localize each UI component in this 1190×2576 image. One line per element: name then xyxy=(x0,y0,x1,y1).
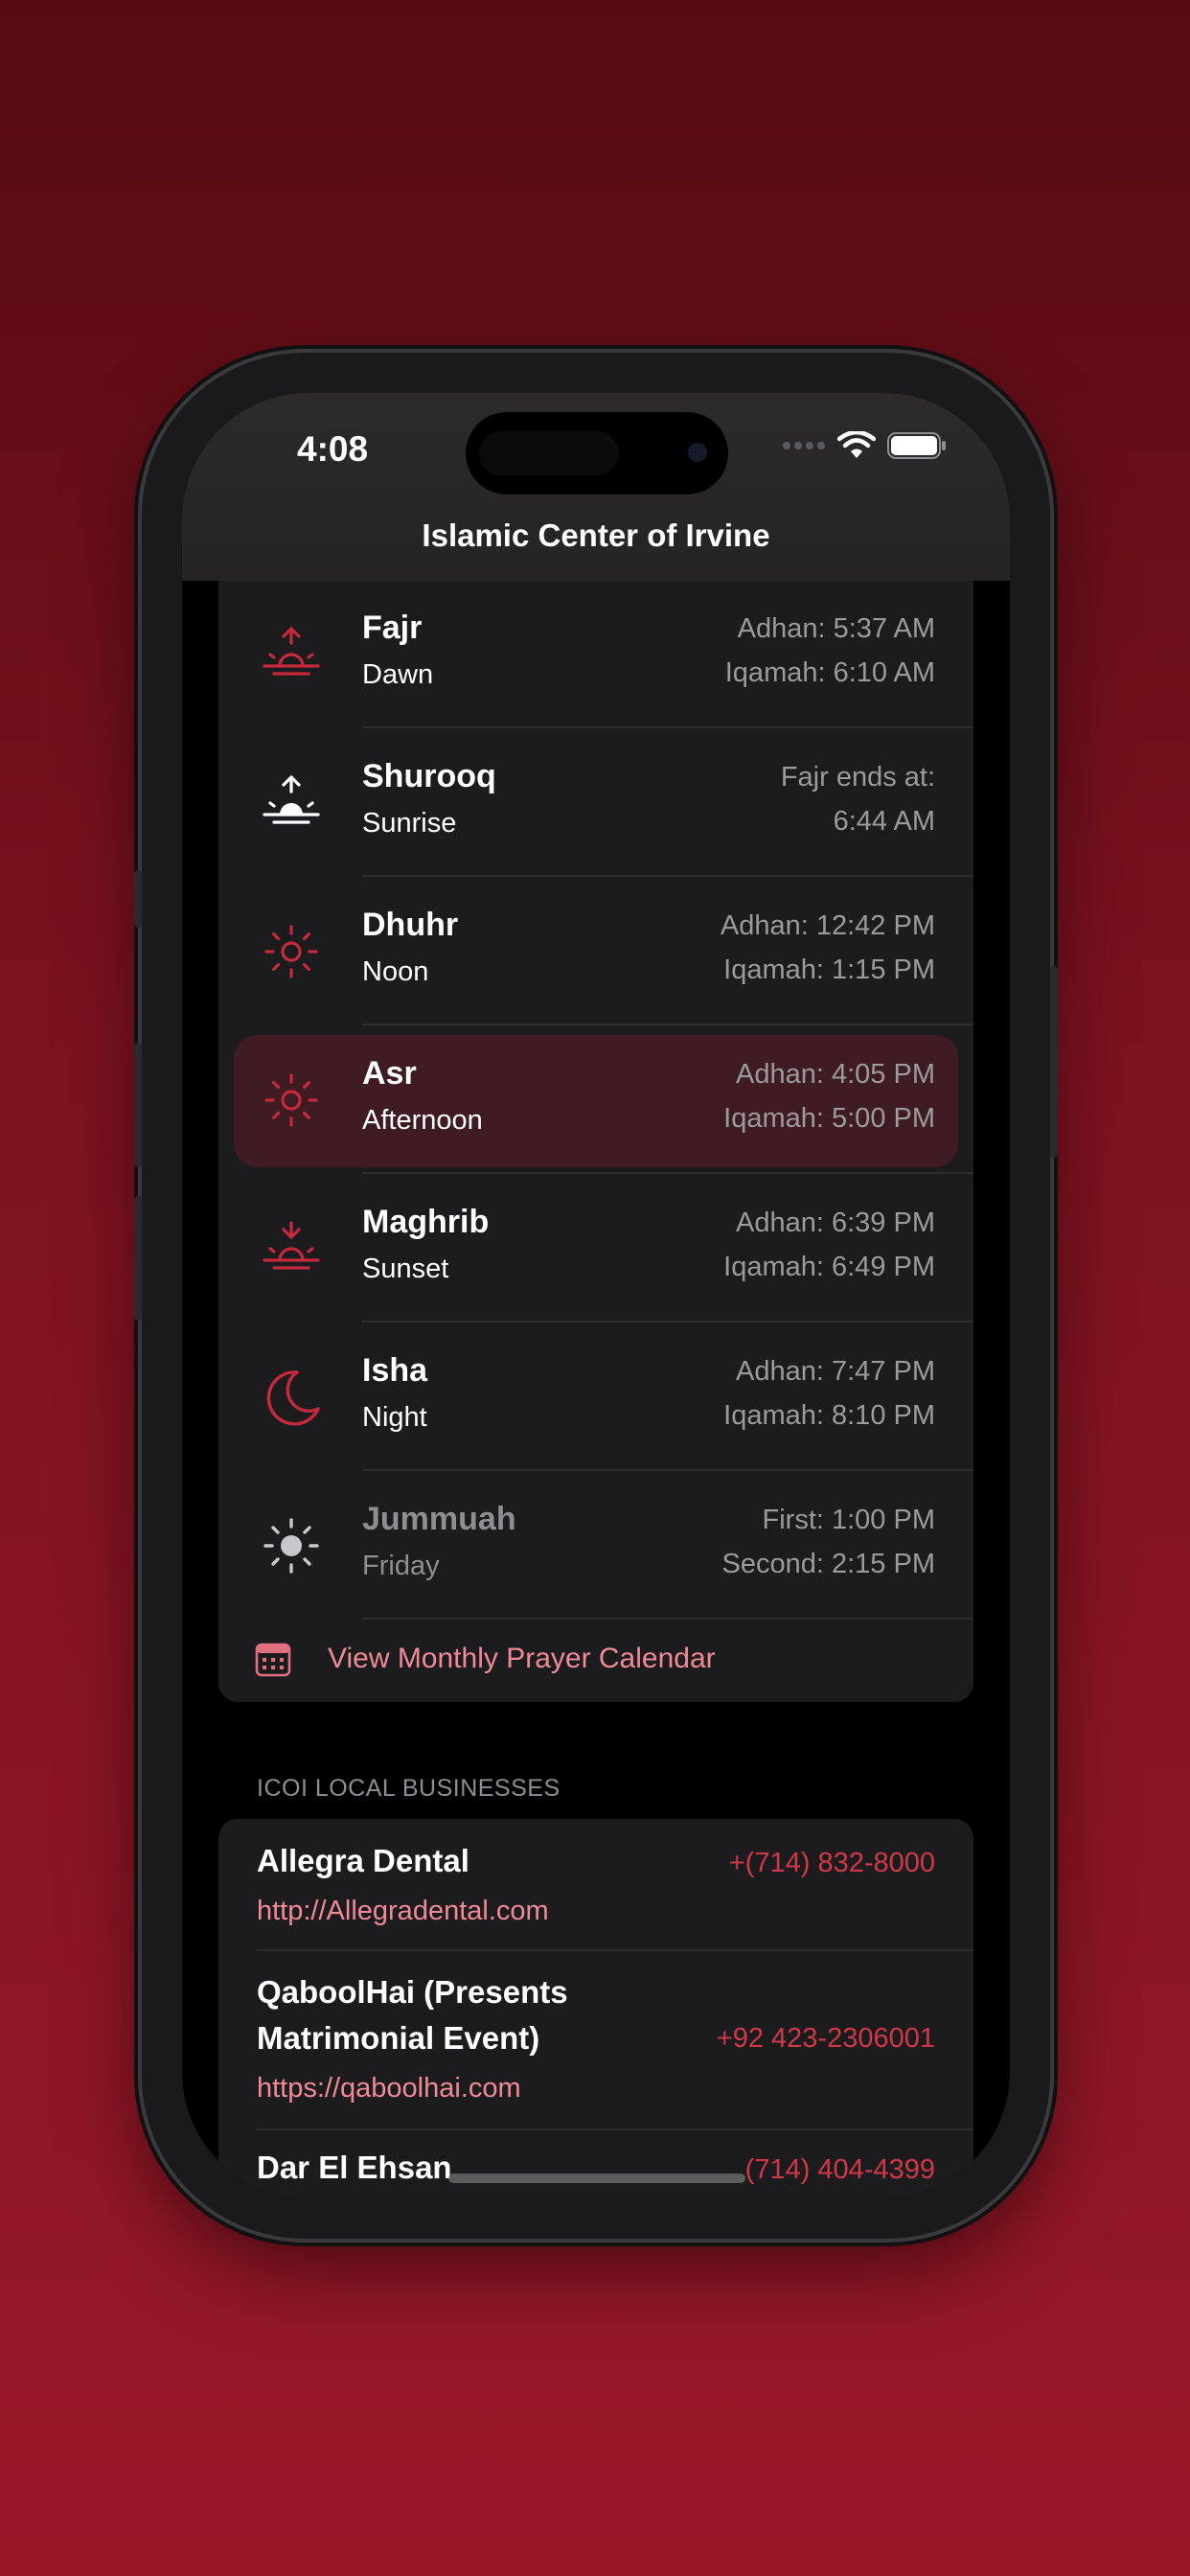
prayer-subtitle: Night xyxy=(362,1402,427,1433)
camera-icon xyxy=(688,443,707,462)
prayer-name: Jummuah xyxy=(362,1501,516,1537)
business-item[interactable]: Allegra Dental http://Allegradental.com … xyxy=(218,1819,973,1951)
prayer-row-shurooq[interactable]: Shurooq Sunrise Fajr ends at: 6:44 AM xyxy=(218,729,973,877)
sun-filled-icon xyxy=(263,1518,319,1574)
prayer-name: Shurooq xyxy=(362,758,496,794)
prayer-time-line1: Adhan: 12:42 PM xyxy=(720,910,935,941)
battery-icon xyxy=(887,432,946,459)
calendar-link-label: View Monthly Prayer Calendar xyxy=(328,1643,716,1674)
prayer-subtitle: Sunrise xyxy=(362,808,457,839)
sunset-down-icon xyxy=(263,1221,320,1270)
prayer-subtitle: Afternoon xyxy=(362,1105,483,1136)
prayer-row-jummuah[interactable]: Jummuah Friday First: 1:00 PM Second: 2:… xyxy=(218,1472,973,1620)
prayer-time-line2: Iqamah: 6:10 AM xyxy=(724,657,935,688)
prayer-time-line2: 6:44 AM xyxy=(833,806,935,837)
row-divider xyxy=(362,1024,973,1025)
moon-icon xyxy=(266,1370,320,1426)
island-pill xyxy=(479,431,619,475)
row-divider xyxy=(257,1949,973,1951)
row-divider xyxy=(362,1172,973,1174)
section-header: ICOI LOCAL BUSINESSES xyxy=(257,1775,561,1802)
prayer-time-line1: Adhan: 5:37 AM xyxy=(737,613,935,644)
monthly-calendar-link[interactable]: View Monthly Prayer Calendar xyxy=(218,1614,973,1702)
prayer-time-line1: Fajr ends at: xyxy=(780,762,935,793)
prayer-subtitle: Noon xyxy=(362,956,429,987)
prayer-name: Maghrib xyxy=(362,1204,490,1240)
business-phone[interactable]: (714) 404-4399 xyxy=(745,2154,935,2186)
prayer-row-fajr[interactable]: Fajr Dawn Adhan: 5:37 AM Iqamah: 6:10 AM xyxy=(218,581,973,728)
business-name: QaboolHai (Presents Matrimonial Event) xyxy=(257,1974,568,2056)
prayer-time-line1: First: 1:00 PM xyxy=(762,1505,936,1535)
cellular-icon xyxy=(783,442,825,449)
prayer-times-card: Fajr Dawn Adhan: 5:37 AM Iqamah: 6:10 AM xyxy=(218,581,973,1702)
phone-frame: 4:08 Islamic Center of Irvine Fajr Dawn … xyxy=(134,353,1058,2239)
power-button xyxy=(1050,966,1058,1158)
prayer-name: Fajr xyxy=(362,610,423,646)
sun-icon xyxy=(264,925,318,978)
navigation-bar: 4:08 Islamic Center of Irvine xyxy=(182,393,1010,581)
businesses-card: Allegra Dental http://Allegradental.com … xyxy=(218,1819,973,2198)
prayer-time-line1: Adhan: 7:47 PM xyxy=(736,1356,935,1387)
scroll-content[interactable]: Fajr Dawn Adhan: 5:37 AM Iqamah: 6:10 AM xyxy=(182,581,1010,2198)
row-divider xyxy=(257,2128,973,2130)
prayer-subtitle: Friday xyxy=(362,1551,440,1581)
business-url[interactable]: http://Allegradental.com xyxy=(257,1896,549,1927)
business-url[interactable]: https://qaboolhai.com xyxy=(257,2073,521,2104)
status-time: 4:08 xyxy=(297,429,369,469)
prayer-name: Asr xyxy=(362,1055,417,1092)
business-phone[interactable]: +(714) 832-8000 xyxy=(729,1848,935,1879)
prayer-time-line1: Adhan: 4:05 PM xyxy=(736,1059,935,1090)
wifi-icon xyxy=(837,431,876,458)
business-name: Allegra Dental xyxy=(257,1843,469,1878)
dynamic-island xyxy=(466,412,728,494)
prayer-subtitle: Sunset xyxy=(362,1254,449,1284)
action-button xyxy=(134,870,142,928)
prayer-time-line2: Second: 2:15 PM xyxy=(721,1549,935,1579)
home-indicator[interactable] xyxy=(448,2174,745,2183)
row-divider xyxy=(362,1321,973,1322)
volume-down-button xyxy=(134,1196,142,1321)
row-divider xyxy=(362,726,973,728)
row-divider xyxy=(362,1469,973,1471)
prayer-row-asr[interactable]: Asr Afternoon Adhan: 4:05 PM Iqamah: 5:0… xyxy=(218,1026,973,1174)
business-item[interactable]: Dar El Ehsan (714) 404-4399 xyxy=(218,2131,973,2198)
calendar-icon xyxy=(255,1643,291,1677)
prayer-time-line2: Iqamah: 8:10 PM xyxy=(723,1400,935,1431)
status-icons xyxy=(782,431,947,460)
prayer-row-dhuhr[interactable]: Dhuhr Noon Adhan: 12:42 PM Iqamah: 1:15 … xyxy=(218,878,973,1025)
row-divider xyxy=(362,875,973,877)
sunrise-filled-icon xyxy=(263,774,320,824)
business-name: Dar El Ehsan xyxy=(257,2150,452,2185)
prayer-subtitle: Dawn xyxy=(362,659,434,690)
current-prayer-highlight xyxy=(234,1035,958,1167)
prayer-time-line2: Iqamah: 1:15 PM xyxy=(723,954,935,985)
prayer-row-maghrib[interactable]: Maghrib Sunset Adhan: 6:39 PM Iqamah: 6:… xyxy=(218,1175,973,1322)
prayer-time-line2: Iqamah: 5:00 PM xyxy=(723,1103,935,1134)
prayer-name: Isha xyxy=(362,1352,428,1389)
prayer-row-isha[interactable]: Isha Night Adhan: 7:47 PM Iqamah: 8:10 P… xyxy=(218,1323,973,1471)
prayer-name: Dhuhr xyxy=(362,907,459,943)
sun-icon xyxy=(264,1073,318,1127)
prayer-time-line1: Adhan: 6:39 PM xyxy=(736,1208,935,1238)
prayer-time-line2: Iqamah: 6:49 PM xyxy=(723,1252,935,1282)
business-item[interactable]: QaboolHai (Presents Matrimonial Event) h… xyxy=(218,1952,973,2130)
sunrise-up-icon xyxy=(263,626,320,676)
volume-up-button xyxy=(134,1043,142,1167)
page-title: Islamic Center of Irvine xyxy=(422,518,770,553)
screen: 4:08 Islamic Center of Irvine Fajr Dawn … xyxy=(182,393,1010,2198)
business-phone[interactable]: +92 423-2306001 xyxy=(717,2023,935,2055)
